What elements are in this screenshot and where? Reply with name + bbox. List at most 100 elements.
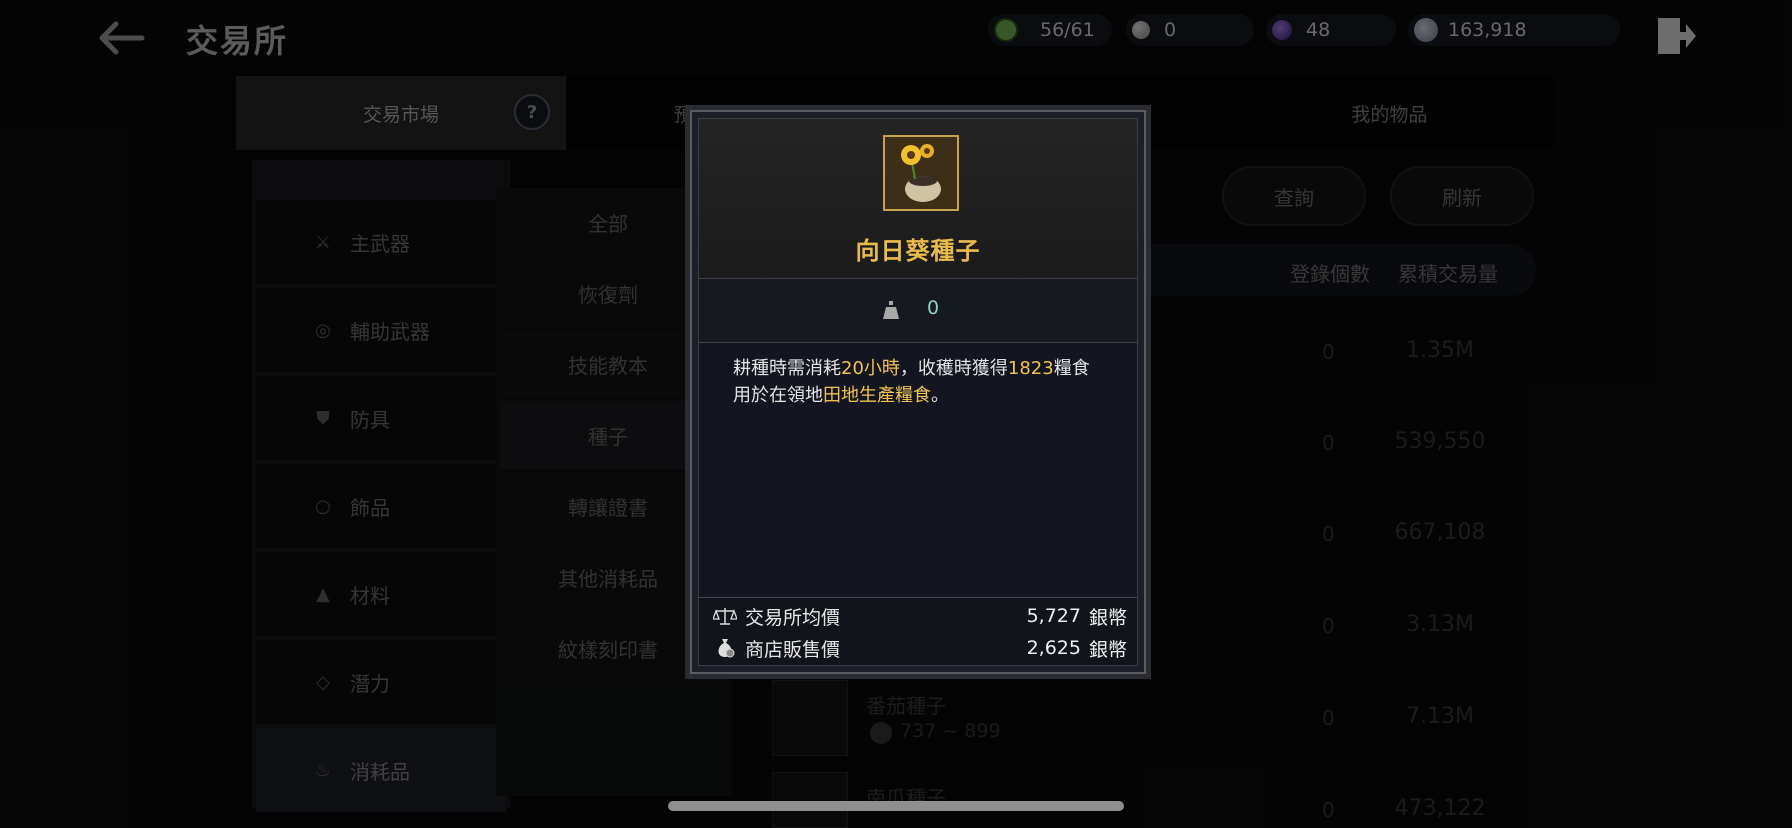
row-volume: 7.13M bbox=[1406, 704, 1474, 729]
description-line-2: 用於在領地田地生產糧食。 bbox=[733, 382, 1113, 409]
coin-icon bbox=[870, 722, 892, 744]
silver-coin-icon bbox=[1414, 18, 1438, 42]
refresh-button[interactable]: 刷新 bbox=[1390, 166, 1534, 226]
category-label: 輔助武器 bbox=[350, 319, 430, 344]
silver-value: 163,918 bbox=[1448, 19, 1527, 41]
subcategory-all[interactable]: 全部 bbox=[500, 188, 716, 258]
exit-door-icon[interactable] bbox=[1652, 12, 1700, 60]
tab-market[interactable]: 交易市場 ? bbox=[236, 76, 566, 150]
row-item-name: 番茄種子 bbox=[866, 694, 946, 718]
armor-icon: ⛊ bbox=[316, 407, 330, 429]
desc-text: 耕種時需消耗 bbox=[733, 358, 841, 379]
subcategory-label: 種子 bbox=[588, 425, 628, 449]
subcategory-recovery[interactable]: 恢復劑 bbox=[500, 259, 716, 329]
subcategory-other[interactable]: 其他消耗品 bbox=[500, 543, 716, 613]
back-arrow-icon[interactable] bbox=[92, 16, 148, 60]
category-potential[interactable]: ◇ 潛力 bbox=[256, 640, 506, 724]
row-volume: 667,108 bbox=[1394, 520, 1486, 545]
column-header-volume: 累積交易量 bbox=[1398, 262, 1498, 286]
crystal-display: 48 bbox=[1266, 14, 1396, 46]
item-tooltip: 向日葵種子 0 耕種時需消耗20小時，收穫時獲得1823糧食 用於在領地田地生產… bbox=[690, 110, 1146, 674]
price-label: 商店販售價 bbox=[745, 638, 841, 661]
row-volume: 1.35M bbox=[1406, 338, 1474, 363]
material-icon: ▲ bbox=[316, 583, 330, 605]
row-price-range: 737 ~ 899 bbox=[900, 720, 1001, 742]
category-label: 消耗品 bbox=[350, 759, 410, 784]
help-icon[interactable]: ? bbox=[514, 94, 550, 130]
tab-label: 我的物品 bbox=[1351, 103, 1428, 126]
subcategory-engraving[interactable]: 紋樣刻印書 bbox=[500, 614, 716, 684]
category-material[interactable]: ▲ 材料 bbox=[256, 552, 506, 636]
ring-icon: ○ bbox=[315, 495, 331, 517]
potential-icon: ◇ bbox=[316, 671, 330, 693]
potion-icon: ♨ bbox=[314, 759, 332, 781]
description-line-1: 耕種時需消耗20小時，收穫時獲得1823糧食 bbox=[733, 355, 1113, 382]
subcategory-seeds[interactable]: 種子 bbox=[500, 401, 716, 471]
desc-text: 用於在領地 bbox=[733, 385, 823, 406]
category-main-weapon[interactable]: ⚔ 主武器 bbox=[256, 200, 506, 284]
subcategory-label: 全部 bbox=[588, 212, 628, 236]
row-count: 0 bbox=[1322, 522, 1335, 546]
desc-highlight: 1823 bbox=[1007, 358, 1054, 379]
orb-icon: ◎ bbox=[315, 319, 331, 341]
crystal-icon bbox=[1272, 20, 1292, 40]
category-label: 潛力 bbox=[350, 671, 390, 696]
energy-icon bbox=[994, 18, 1018, 42]
subcategory-skill-book[interactable]: 技能教本 bbox=[500, 330, 716, 400]
scale-icon bbox=[713, 608, 737, 625]
subcategory-label: 其他消耗品 bbox=[558, 567, 658, 591]
tooltip-header: 向日葵種子 bbox=[699, 119, 1137, 279]
subcategory-label: 技能教本 bbox=[568, 354, 648, 378]
category-consumable[interactable]: ♨ 消耗品 bbox=[256, 728, 506, 812]
query-button[interactable]: 查詢 bbox=[1222, 166, 1366, 226]
pearl-value: 0 bbox=[1164, 19, 1177, 41]
subcategory-label: 轉讓證書 bbox=[568, 496, 648, 520]
tab-label: 交易市場 bbox=[362, 103, 439, 126]
subcategory-label: 恢復劑 bbox=[578, 283, 638, 307]
item-name: 向日葵種子 bbox=[855, 237, 981, 265]
refresh-label: 刷新 bbox=[1442, 185, 1482, 210]
price-label: 交易所均價 bbox=[745, 606, 841, 629]
subcategory-transfer-cert[interactable]: 轉讓證書 bbox=[500, 472, 716, 542]
pearl-icon bbox=[1132, 21, 1150, 39]
row-volume: 473,122 bbox=[1394, 796, 1486, 821]
query-label: 查詢 bbox=[1274, 185, 1314, 210]
row-count: 0 bbox=[1322, 340, 1335, 364]
row-count: 0 bbox=[1322, 614, 1335, 638]
column-header-count: 登錄個數 bbox=[1290, 262, 1370, 286]
weight-value: 0 bbox=[927, 297, 940, 319]
exchange-avg-price-row: 交易所均價 5,727 銀幣 bbox=[713, 600, 1127, 632]
home-indicator[interactable] bbox=[668, 801, 1124, 811]
desc-text: 。 bbox=[931, 385, 949, 406]
desc-highlight: 田地生產糧食 bbox=[823, 385, 931, 406]
tab-my-items[interactable]: 我的物品 bbox=[1225, 76, 1554, 150]
desc-text: 糧食 bbox=[1053, 358, 1090, 379]
sunflower-seed-icon bbox=[883, 135, 959, 211]
item-thumbnail bbox=[772, 772, 848, 828]
weight-icon bbox=[883, 301, 899, 319]
category-sub-weapon[interactable]: ◎ 輔助武器 bbox=[256, 288, 506, 372]
price-section: 交易所均價 5,727 銀幣 商店販售價 2,625 銀幣 bbox=[699, 597, 1137, 665]
pearl-display: 0 bbox=[1126, 14, 1254, 46]
shop-sell-price-row: 商店販售價 2,625 銀幣 bbox=[713, 632, 1127, 664]
row-count: 0 bbox=[1322, 431, 1335, 455]
desc-text: ，收穫時獲得 bbox=[899, 358, 1008, 379]
page-title: 交易所 bbox=[186, 22, 289, 60]
price-value: 2,625 bbox=[1026, 637, 1081, 659]
item-thumbnail bbox=[772, 680, 848, 756]
category-label: 防具 bbox=[350, 407, 390, 432]
category-armor[interactable]: ⛊ 防具 bbox=[256, 376, 506, 460]
category-label: 主武器 bbox=[350, 231, 410, 256]
row-count: 0 bbox=[1322, 798, 1335, 822]
weight-row: 0 bbox=[699, 279, 1137, 343]
energy-display: 56/61 bbox=[988, 14, 1112, 46]
price-unit: 銀幣 bbox=[1088, 638, 1127, 661]
category-panel: ⚔ 主武器 ◎ 輔助武器 ⛊ 防具 ○ 飾品 ▲ 材料 ◇ 潛力 ♨ 消耗品 bbox=[252, 160, 510, 812]
category-label: 飾品 bbox=[350, 495, 390, 520]
category-label: 材料 bbox=[350, 583, 390, 608]
energy-value: 56/61 bbox=[1040, 19, 1095, 41]
row-volume: 539,550 bbox=[1394, 429, 1486, 454]
item-description: 耕種時需消耗20小時，收穫時獲得1823糧食 用於在領地田地生產糧食。 bbox=[733, 355, 1113, 409]
category-accessory[interactable]: ○ 飾品 bbox=[256, 464, 506, 548]
row-count: 0 bbox=[1322, 706, 1335, 730]
